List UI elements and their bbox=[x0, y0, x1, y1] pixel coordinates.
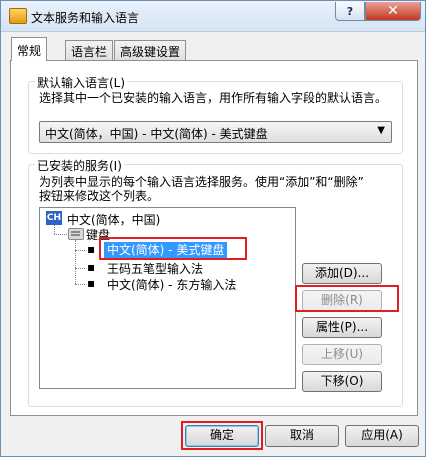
tree-service-item[interactable]: 中文(简体) - 东方输入法 bbox=[107, 276, 236, 293]
help-button[interactable]: ? bbox=[335, 2, 365, 21]
tab-language-bar[interactable]: 语言栏 bbox=[65, 40, 114, 60]
tree-service-item[interactable]: 王码五笔型输入法 bbox=[107, 260, 203, 277]
chevron-down-icon: ▼ bbox=[377, 125, 385, 136]
tree-connector bbox=[75, 240, 76, 284]
close-button[interactable]: ✕ bbox=[365, 2, 421, 21]
installed-services-tree[interactable]: CH 中文(简体，中国) 键盘 ▪ ▪ ▪ 中文(简体) - 美式键盘 王码五笔… bbox=[39, 207, 296, 389]
installed-services-description-line2: 按钮来修改这个列表。 bbox=[39, 189, 160, 203]
cancel-button[interactable]: 取消 bbox=[265, 425, 339, 447]
keyboard-icon bbox=[68, 228, 84, 240]
highlight-box-remove-button bbox=[295, 285, 399, 312]
installed-services-title: 已安装的服务(I) bbox=[35, 157, 124, 174]
properties-button[interactable]: 属性(P)... bbox=[302, 317, 382, 338]
default-language-description: 选择其中一个已安装的输入语言，用作所有输入字段的默认语言。 bbox=[39, 91, 388, 105]
highlight-box-ok-button bbox=[181, 421, 263, 450]
dialog-window: 文本服务和输入语言 ? ✕ 常规 语言栏 高级键设置 默认输入语言(L) 选择其… bbox=[0, 0, 426, 457]
text-services-icon bbox=[9, 8, 27, 24]
move-down-button[interactable]: 下移(O) bbox=[302, 371, 382, 392]
tree-bullet: ▪ bbox=[87, 260, 96, 274]
default-language-value: 中文(简体，中国) - 中文(简体) - 美式键盘 bbox=[45, 127, 268, 141]
tab-advanced-key-settings[interactable]: 高级键设置 bbox=[114, 40, 187, 60]
apply-button[interactable]: 应用(A) bbox=[345, 425, 419, 447]
add-button[interactable]: 添加(D)... bbox=[302, 263, 382, 284]
tree-connector bbox=[54, 234, 67, 235]
default-language-select[interactable]: 中文(简体，中国) - 中文(简体) - 美式键盘 ▼ bbox=[39, 121, 392, 143]
tree-connector bbox=[75, 250, 85, 251]
highlight-box-selected-service bbox=[99, 237, 247, 260]
tree-connector bbox=[54, 225, 55, 234]
tree-connector bbox=[75, 284, 85, 285]
window-title: 文本服务和输入语言 bbox=[31, 11, 140, 25]
move-up-button[interactable]: 上移(U) bbox=[302, 344, 382, 365]
tab-general[interactable]: 常规 bbox=[11, 37, 48, 61]
tree-bullet: ▪ bbox=[87, 276, 96, 290]
tree-language-node[interactable]: 中文(简体，中国) bbox=[67, 211, 160, 228]
title-bar[interactable]: 文本服务和输入语言 ? ✕ bbox=[1, 1, 425, 32]
tree-bullet: ▪ bbox=[87, 242, 96, 256]
language-badge-icon: CH bbox=[46, 211, 62, 225]
tree-connector bbox=[75, 268, 85, 269]
